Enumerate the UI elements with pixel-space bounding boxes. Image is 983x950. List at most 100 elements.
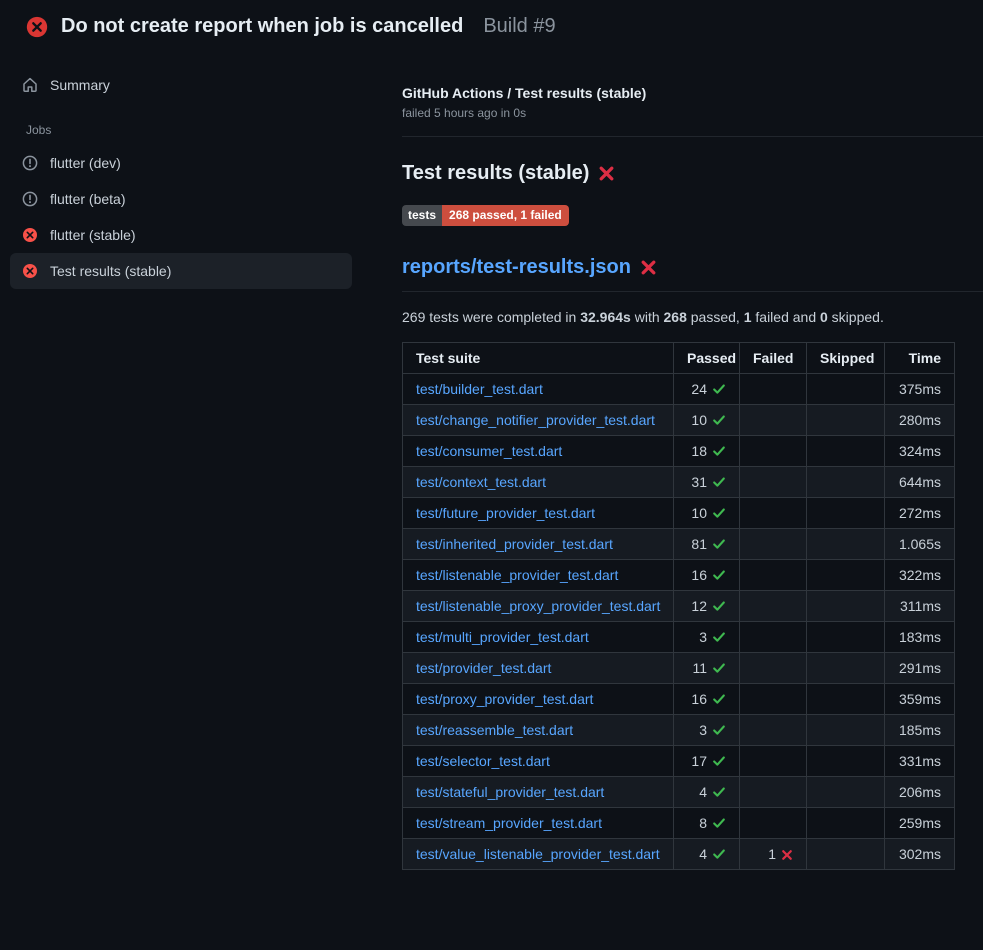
table-row: test/context_test.dart 31 644ms [403,467,955,498]
test-suite-link[interactable]: test/change_notifier_provider_test.dart [416,412,655,428]
page-title: Do not create report when job is cancell… [61,15,463,38]
page-header: Do not create report when job is cancell… [0,0,983,51]
suite-cell: test/reassemble_test.dart [403,715,674,746]
check-icon [712,568,726,582]
section-heading: Test results (stable) [402,162,952,185]
skipped-cell [807,746,885,777]
time-value: 644ms [899,474,941,490]
suite-cell: test/selector_test.dart [403,746,674,777]
suite-cell: test/builder_test.dart [403,374,674,405]
test-suite-link[interactable]: test/context_test.dart [416,474,546,490]
passed-cell: 31 [674,467,740,498]
passed-count: 12 [691,598,707,614]
suite-cell: test/multi_provider_test.dart [403,622,674,653]
check-icon [712,413,726,427]
alert-circle-icon [22,155,38,171]
jobs-section-label: Jobs [10,103,352,145]
time-value: 322ms [899,567,941,583]
passed-cell: 18 [674,436,740,467]
time-cell: 331ms [885,746,955,777]
check-icon [712,475,726,489]
skipped-cell [807,374,885,405]
skipped-cell [807,560,885,591]
skipped-cell [807,591,885,622]
table-row: test/change_notifier_provider_test.dart 1… [403,405,955,436]
failed-cell [740,777,807,808]
check-icon [712,444,726,458]
test-suite-link[interactable]: test/listenable_provider_test.dart [416,567,618,583]
test-suite-link[interactable]: test/reassemble_test.dart [416,722,573,738]
table-row: test/value_listenable_provider_test.dart… [403,839,955,870]
passed-cell: 17 [674,746,740,777]
sidebar-item-label: flutter (beta) [50,191,125,207]
test-suite-link[interactable]: test/proxy_provider_test.dart [416,691,593,707]
table-row: test/future_provider_test.dart 10 272ms [403,498,955,529]
test-suite-link[interactable]: test/listenable_proxy_provider_test.dart [416,598,660,614]
failed-cell [740,746,807,777]
check-icon [712,661,726,675]
failed-cell [740,529,807,560]
time-value: 183ms [899,629,941,645]
sidebar-item-flutter-stable[interactable]: flutter (stable) [10,217,352,253]
test-suite-link[interactable]: test/inherited_provider_test.dart [416,536,613,552]
passed-count: 17 [691,753,707,769]
column-header-passed: Passed [674,343,740,374]
test-suite-link[interactable]: test/selector_test.dart [416,753,550,769]
test-suite-link[interactable]: test/multi_provider_test.dart [416,629,589,645]
check-icon [712,754,726,768]
time-value: 311ms [900,598,941,614]
skipped-cell [807,653,885,684]
time-value: 259ms [899,815,941,831]
failed-cell [740,374,807,405]
sidebar-item-flutter-dev[interactable]: flutter (dev) [10,145,352,181]
summary-text: failed and [752,309,821,325]
tests-badge: tests 268 passed, 1 failed [402,205,569,226]
test-suite-link[interactable]: test/stream_provider_test.dart [416,815,602,831]
time-cell: 322ms [885,560,955,591]
home-icon [22,77,38,93]
failed-cell [740,498,807,529]
suite-cell: test/stateful_provider_test.dart [403,777,674,808]
time-cell: 272ms [885,498,955,529]
summary-text: with [631,309,664,325]
table-header: Test suitePassedFailedSkippedTime [403,343,955,374]
passed-cell: 16 [674,560,740,591]
summary-passed: 268 [664,309,687,325]
skipped-cell [807,684,885,715]
sidebar-item-flutter-beta[interactable]: flutter (beta) [10,181,352,217]
passed-count: 18 [691,443,707,459]
skipped-cell [807,777,885,808]
table-row: test/selector_test.dart 17 331ms [403,746,955,777]
time-value: 359ms [899,691,941,707]
passed-cell: 81 [674,529,740,560]
time-value: 375ms [899,381,941,397]
failed-cell [740,622,807,653]
test-results-table: Test suitePassedFailedSkippedTime test/b… [402,342,955,870]
passed-count: 16 [691,691,707,707]
main-layout: Summary Jobs flutter (dev) flutter (beta)… [0,51,983,870]
table-row: test/listenable_provider_test.dart 16 322m… [403,560,955,591]
check-icon [712,723,726,737]
summary-text: passed, [687,309,744,325]
test-suite-link[interactable]: test/consumer_test.dart [416,443,562,459]
sidebar-item-test-results-stable[interactable]: Test results (stable) [10,253,352,289]
test-suite-link[interactable]: test/future_provider_test.dart [416,505,595,521]
table-row: test/stateful_provider_test.dart4206ms [403,777,955,808]
passed-cell: 16 [674,684,740,715]
failed-cell [740,591,807,622]
check-icon [712,537,726,551]
test-suite-link[interactable]: test/stateful_provider_test.dart [416,784,604,800]
sidebar-item-summary[interactable]: Summary [10,67,352,103]
table-row: test/builder_test.dart24375ms [403,374,955,405]
status-line: failed 5 hours ago in 0s [402,106,952,120]
summary-text: skipped. [828,309,884,325]
failed-count: 1 [768,846,776,862]
check-icon [712,382,726,396]
test-suite-link[interactable]: test/provider_test.dart [416,660,551,676]
passed-count: 10 [691,505,707,521]
time-cell: 324ms [885,436,955,467]
passed-count: 10 [691,412,707,428]
test-suite-link[interactable]: test/value_listenable_provider_test.dart [416,846,660,862]
test-suite-link[interactable]: test/builder_test.dart [416,381,543,397]
report-file-link[interactable]: reports/test-results.json [402,256,631,279]
